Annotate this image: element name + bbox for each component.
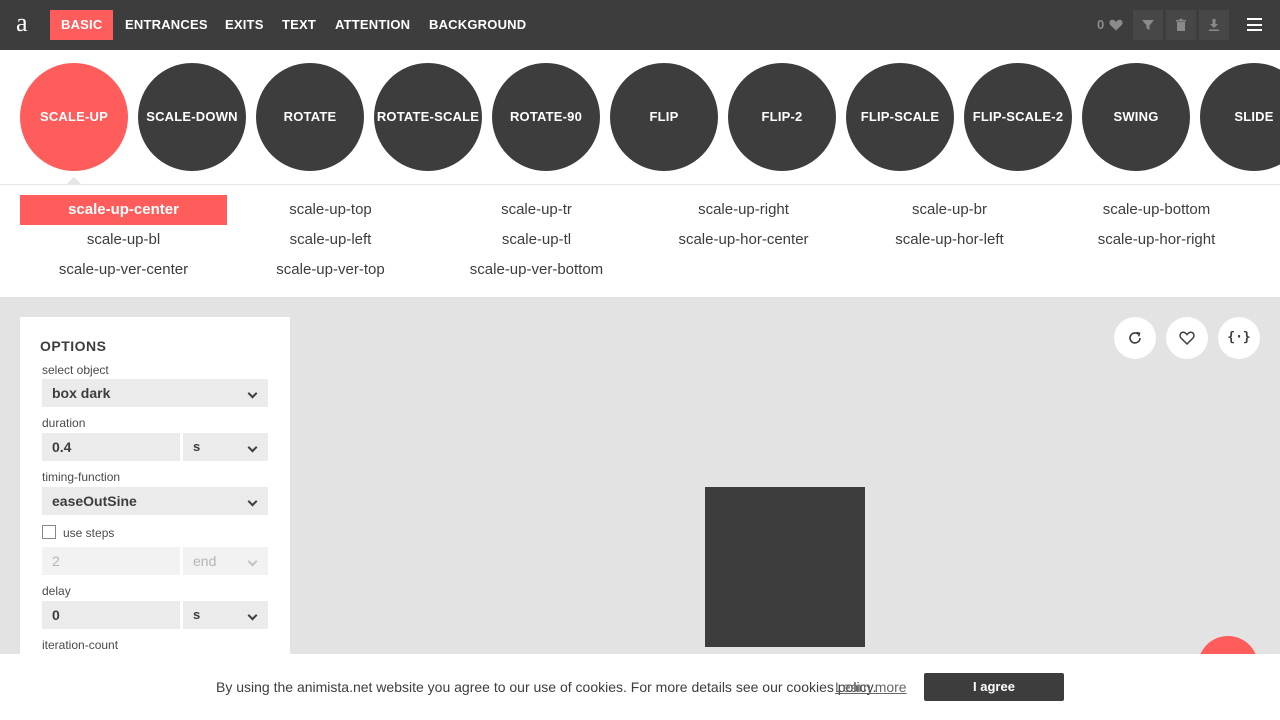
- anim-flip-2[interactable]: FLIP-2: [728, 63, 836, 171]
- use-steps-checkbox[interactable]: [42, 525, 56, 539]
- anim-scale-up[interactable]: SCALE-UP: [20, 63, 128, 171]
- variant-item[interactable]: scale-up-hor-right: [1053, 225, 1260, 255]
- variant-item[interactable]: scale-up-right: [640, 195, 847, 225]
- trash-icon: [1176, 18, 1186, 31]
- timing-function-value: easeOutSine: [52, 493, 137, 509]
- nav-basic[interactable]: BASIC: [50, 10, 114, 40]
- variant-item[interactable]: scale-up-bl: [20, 225, 227, 255]
- timing-function-label: timing-function: [42, 470, 121, 484]
- delay-label: delay: [42, 584, 71, 598]
- download-icon: [1209, 19, 1219, 31]
- chevron-down-icon: [247, 496, 258, 507]
- anim-slide[interactable]: SLIDE: [1200, 63, 1280, 171]
- favorite-button[interactable]: [1166, 317, 1208, 359]
- chevron-down-icon: [247, 556, 258, 567]
- anim-flip-scale[interactable]: FLIP-SCALE: [846, 63, 954, 171]
- anim-rotate-scale[interactable]: ROTATE-SCALE: [374, 63, 482, 171]
- nav-exits[interactable]: EXITS: [214, 10, 275, 40]
- select-object-dropdown[interactable]: box dark: [42, 379, 268, 407]
- anim-swing[interactable]: SWING: [1082, 63, 1190, 171]
- steps-position-value: end: [193, 553, 217, 569]
- refresh-icon: [1129, 331, 1141, 344]
- anim-rotate[interactable]: ROTATE: [256, 63, 364, 171]
- variant-item[interactable]: scale-up-center: [20, 195, 227, 225]
- download-button[interactable]: [1199, 10, 1229, 40]
- variant-item[interactable]: scale-up-bottom: [1053, 195, 1260, 225]
- steps-value: 2: [52, 553, 60, 569]
- variant-item[interactable]: scale-up-hor-center: [640, 225, 847, 255]
- variant-item[interactable]: scale-up-hor-left: [846, 225, 1053, 255]
- variant-item[interactable]: scale-up-left: [227, 225, 434, 255]
- duration-unit-dropdown[interactable]: s: [183, 433, 268, 461]
- cookie-banner: By using the animista.net website you ag…: [0, 654, 1280, 720]
- active-pointer: [66, 177, 82, 184]
- variant-item[interactable]: scale-up-ver-bottom: [433, 255, 640, 285]
- use-steps-label: use steps: [63, 526, 115, 540]
- animation-carousel: SCALE-UP SCALE-DOWN ROTATE ROTATE-SCALE …: [0, 50, 1280, 185]
- chevron-down-icon: [247, 610, 258, 621]
- agree-button[interactable]: I agree: [924, 673, 1064, 701]
- duration-unit-value: s: [193, 439, 201, 454]
- delay-value: 0: [52, 607, 60, 623]
- heart-icon[interactable]: [1109, 19, 1123, 31]
- filter-button[interactable]: [1133, 10, 1163, 40]
- heart-outline-icon: [1179, 331, 1195, 346]
- duration-input[interactable]: 0.4: [42, 433, 180, 461]
- variant-item[interactable]: scale-up-ver-center: [20, 255, 227, 285]
- anim-scale-down[interactable]: SCALE-DOWN: [138, 63, 246, 171]
- options-panel: OPTIONS select object box dark duration …: [20, 317, 290, 657]
- anim-flip-scale-2[interactable]: FLIP-SCALE-2: [964, 63, 1072, 171]
- anim-rotate-90[interactable]: ROTATE-90: [492, 63, 600, 171]
- nav-background[interactable]: BACKGROUND: [418, 10, 537, 40]
- nav-entrances[interactable]: ENTRANCES: [114, 10, 219, 40]
- nav-text[interactable]: TEXT: [271, 10, 327, 40]
- generate-code-button[interactable]: {·}: [1218, 317, 1260, 359]
- delay-unit-dropdown[interactable]: s: [183, 601, 268, 629]
- variant-list: scale-up-center scale-up-top scale-up-tr…: [0, 185, 1280, 297]
- steps-input[interactable]: 2: [42, 547, 180, 575]
- anim-flip[interactable]: FLIP: [610, 63, 718, 171]
- preview-box-dark: [705, 487, 865, 647]
- delay-input[interactable]: 0: [42, 601, 180, 629]
- code-braces-icon: {·}: [1227, 330, 1251, 345]
- variant-item[interactable]: scale-up-top: [227, 195, 434, 225]
- duration-value: 0.4: [52, 439, 72, 455]
- favorites-count[interactable]: 0: [1097, 17, 1104, 32]
- chevron-down-icon: [247, 388, 258, 399]
- select-object-value: box dark: [52, 385, 111, 401]
- variant-item[interactable]: scale-up-br: [846, 195, 1053, 225]
- duration-label: duration: [42, 416, 86, 430]
- options-title: OPTIONS: [40, 338, 107, 354]
- replay-button[interactable]: [1114, 317, 1156, 359]
- variant-item[interactable]: scale-up-tl: [433, 225, 640, 255]
- filter-icon: [1142, 20, 1154, 30]
- delay-unit-value: s: [193, 607, 201, 622]
- timing-function-dropdown[interactable]: easeOutSine: [42, 487, 268, 515]
- steps-position-dropdown[interactable]: end: [183, 547, 268, 575]
- hamburger-menu-icon[interactable]: [1247, 18, 1262, 31]
- trash-button[interactable]: [1166, 10, 1196, 40]
- iteration-count-label: iteration-count: [42, 638, 119, 652]
- top-navbar: a BASIC ENTRANCES EXITS TEXT ATTENTION B…: [0, 0, 1280, 50]
- variant-item[interactable]: scale-up-ver-top: [227, 255, 434, 285]
- learn-more-link[interactable]: Learn more: [835, 679, 907, 695]
- select-object-label: select object: [42, 363, 109, 377]
- nav-attention[interactable]: ATTENTION: [324, 10, 421, 40]
- variant-item[interactable]: scale-up-tr: [433, 195, 640, 225]
- cookie-message: By using the animista.net website you ag…: [216, 679, 877, 695]
- chevron-down-icon: [247, 442, 258, 453]
- animista-logo[interactable]: a: [16, 10, 28, 36]
